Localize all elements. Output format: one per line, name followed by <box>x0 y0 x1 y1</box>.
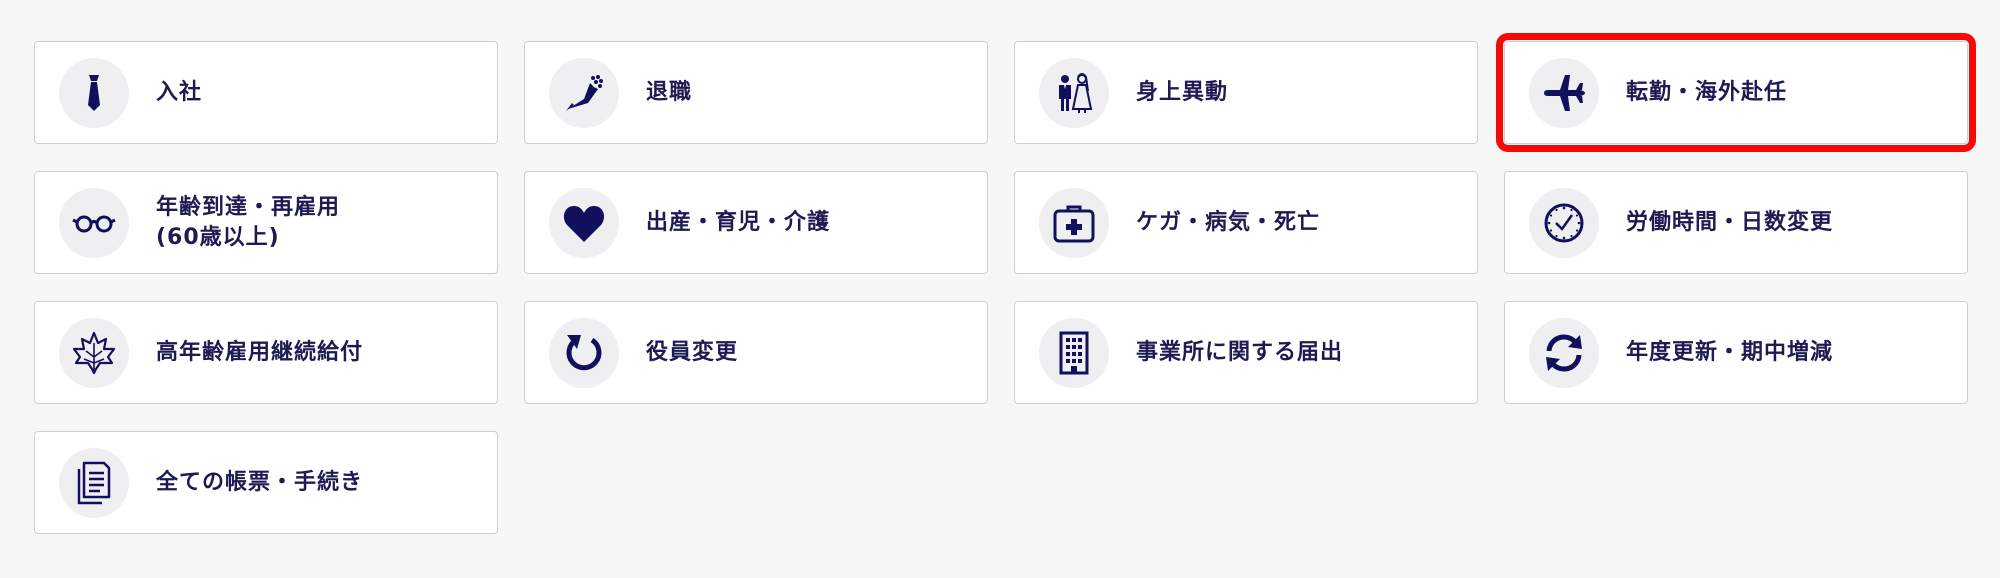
card-label: 全ての帳票・手続き <box>156 469 364 495</box>
card-nyusha[interactable]: 入社 <box>34 41 498 144</box>
card-label: 労働時間・日数変更 <box>1626 209 1834 235</box>
card-rodo-jikan-nissu[interactable]: 労働時間・日数変更 <box>1504 171 1968 274</box>
glasses-icon <box>59 187 129 258</box>
card-label-line1: 年齢到達・再雇用 <box>156 194 341 220</box>
card-kega-byoki-shibo[interactable]: ケガ・病気・死亡 <box>1014 171 1478 274</box>
card-konenrei-koyo-keizoku[interactable]: 高年齢雇用継続給付 <box>34 301 498 404</box>
card-taishoku[interactable]: 退職 <box>524 41 988 144</box>
card-yakuin-henko[interactable]: 役員変更 <box>524 301 988 404</box>
card-label: 出産・育児・介護 <box>646 209 831 235</box>
card-label: 事業所に関する届出 <box>1136 339 1344 365</box>
card-label: 年度更新・期中増減 <box>1626 339 1834 365</box>
wedding-couple-icon <box>1039 57 1109 128</box>
card-tenkin-kaigai-funin[interactable]: 転勤・海外赴任 <box>1496 33 1976 152</box>
building-icon <box>1039 317 1109 388</box>
clock-icon <box>1529 187 1599 258</box>
procedure-category-grid: 入社 退職 身上異動 転勤・海外赴任 年齢到達・再雇用 (60歳以上) 出産・育… <box>34 33 1976 534</box>
card-shinjo-ido[interactable]: 身上異動 <box>1014 41 1478 144</box>
card-label: 高年齢雇用継続給付 <box>156 339 364 365</box>
necktie-icon <box>59 57 129 128</box>
maple-leaf-icon <box>59 317 129 388</box>
card-label: 退職 <box>646 79 693 105</box>
card-label: 入社 <box>156 79 203 105</box>
documents-icon <box>59 447 129 518</box>
card-label: 身上異動 <box>1136 79 1229 105</box>
card-nendo-koshin[interactable]: 年度更新・期中増減 <box>1504 301 1968 404</box>
card-all-forms-procedures[interactable]: 全ての帳票・手続き <box>34 431 498 534</box>
airplane-icon <box>1529 57 1599 128</box>
heart-icon <box>549 187 619 258</box>
bouquet-icon <box>549 57 619 128</box>
card-nenrei-toutatsu[interactable]: 年齢到達・再雇用 (60歳以上) <box>34 171 498 274</box>
card-jigyosho-todokede[interactable]: 事業所に関する届出 <box>1014 301 1478 404</box>
rotate-arrow-icon <box>549 317 619 388</box>
card-label: 役員変更 <box>646 339 739 365</box>
card-label: ケガ・病気・死亡 <box>1136 209 1321 235</box>
card-label: 年齢到達・再雇用 (60歳以上) <box>156 193 481 253</box>
medical-kit-icon <box>1039 187 1109 258</box>
card-label-line2: (60歳以上) <box>156 224 280 250</box>
card-shussan-ikuji-kaigo[interactable]: 出産・育児・介護 <box>524 171 988 274</box>
card-label: 転勤・海外赴任 <box>1626 79 1788 105</box>
refresh-icon <box>1529 317 1599 388</box>
